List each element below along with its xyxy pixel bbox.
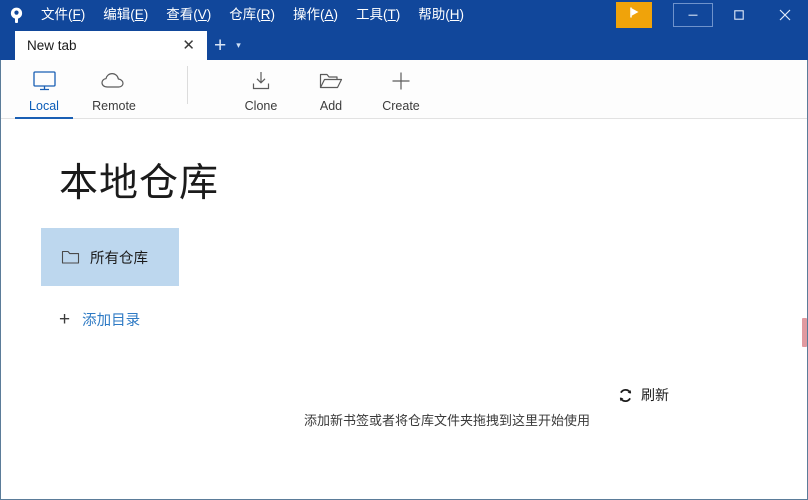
empty-state-hint: 添加新书签或者将仓库文件夹拖拽到这里开始使用 <box>304 413 591 428</box>
plus-icon: + <box>59 309 71 330</box>
window-controls <box>616 0 808 30</box>
refresh-button[interactable]: 刷新 <box>618 385 669 405</box>
menu-help-accel: H <box>449 7 460 22</box>
title-bar: 文件(F) 编辑(E) 查看(V) 仓库(R) 操作(A) 工具(T) 帮助(H… <box>0 0 808 30</box>
toolbar-item-add[interactable]: Add <box>296 60 366 118</box>
toolbar-label-add: Add <box>319 98 343 113</box>
main-toolbar: Local Remote Clone Add Create <box>1 60 807 119</box>
scrollbar-marker[interactable] <box>802 318 807 347</box>
menu-actions-accel: A <box>324 7 334 22</box>
content-area: 本地仓库 所有仓库 + 添加目录 添加新书签或者将仓库文件夹拖拽到这里开始使用 <box>1 119 807 499</box>
tab-label: New tab <box>27 38 77 53</box>
add-directory-button[interactable]: + 添加目录 <box>59 309 140 330</box>
toolbar-item-create[interactable]: Create <box>366 60 436 118</box>
menu-tools-label: 工具 <box>356 7 384 22</box>
menu-bar: 文件(F) 编辑(E) 查看(V) 仓库(R) 操作(A) 工具(T) 帮助(H… <box>32 0 616 30</box>
toolbar-item-local[interactable]: Local <box>9 60 79 119</box>
menu-repository-accel: R <box>260 7 271 22</box>
menu-edit-label: 编辑 <box>103 7 131 22</box>
menu-actions[interactable]: 操作(A) <box>284 0 347 30</box>
download-icon <box>250 68 272 94</box>
tab-strip: New tab ✕ + ▾ <box>0 30 808 60</box>
menu-repository[interactable]: 仓库(R) <box>220 0 284 30</box>
menu-tools[interactable]: 工具(T) <box>347 0 409 30</box>
flag-icon <box>627 5 642 25</box>
menu-tools-accel: T <box>387 7 396 22</box>
maximize-icon <box>734 10 744 20</box>
refresh-icon <box>618 388 633 403</box>
page-title: 本地仓库 <box>59 162 220 205</box>
toolbar-item-remote[interactable]: Remote <box>79 60 149 118</box>
toolbar-label-local: Local <box>29 98 59 113</box>
folder-open-icon <box>318 68 344 94</box>
tab-new-tab[interactable]: New tab ✕ <box>15 31 207 60</box>
toolbar-item-clone[interactable]: Clone <box>226 60 296 118</box>
app-logo-icon <box>0 0 32 30</box>
plus-icon <box>390 68 412 94</box>
close-icon <box>779 9 791 21</box>
folder-icon <box>61 249 80 265</box>
menu-file[interactable]: 文件(F) <box>32 0 94 30</box>
toolbar-separator <box>187 66 188 104</box>
menu-file-accel: F <box>72 7 81 22</box>
menu-view-label: 查看 <box>166 7 194 22</box>
toolbar-label-create: Create <box>382 98 420 113</box>
new-tab-button[interactable]: + <box>207 35 233 56</box>
close-button[interactable] <box>762 0 808 30</box>
menu-help-label: 帮助 <box>418 7 446 22</box>
menu-actions-label: 操作 <box>293 7 321 22</box>
bookmark-item-all-repositories[interactable]: 所有仓库 <box>41 228 179 286</box>
add-directory-label: 添加目录 <box>82 313 141 329</box>
toolbar-label-remote: Remote <box>92 98 136 113</box>
minimize-icon <box>688 14 698 16</box>
flag-button[interactable] <box>616 2 652 28</box>
menu-view-accel: V <box>197 7 207 22</box>
cloud-icon <box>100 68 128 94</box>
tab-close-icon[interactable]: ✕ <box>178 36 199 55</box>
application-window: 文件(F) 编辑(E) 查看(V) 仓库(R) 操作(A) 工具(T) 帮助(H… <box>0 0 808 500</box>
monitor-icon <box>32 68 57 94</box>
menu-file-label: 文件 <box>41 7 68 22</box>
tab-list-chevron-down-icon[interactable]: ▾ <box>236 40 241 51</box>
menu-repository-label: 仓库 <box>229 7 257 22</box>
bookmark-label: 所有仓库 <box>90 250 148 267</box>
maximize-button[interactable] <box>716 0 762 30</box>
minimize-button[interactable] <box>670 0 716 30</box>
menu-edit-accel: E <box>134 7 144 22</box>
menu-view[interactable]: 查看(V) <box>157 0 220 30</box>
menu-help[interactable]: 帮助(H) <box>409 0 473 30</box>
toolbar-label-clone: Clone <box>244 98 278 113</box>
menu-edit[interactable]: 编辑(E) <box>94 0 157 30</box>
refresh-label: 刷新 <box>641 387 669 403</box>
